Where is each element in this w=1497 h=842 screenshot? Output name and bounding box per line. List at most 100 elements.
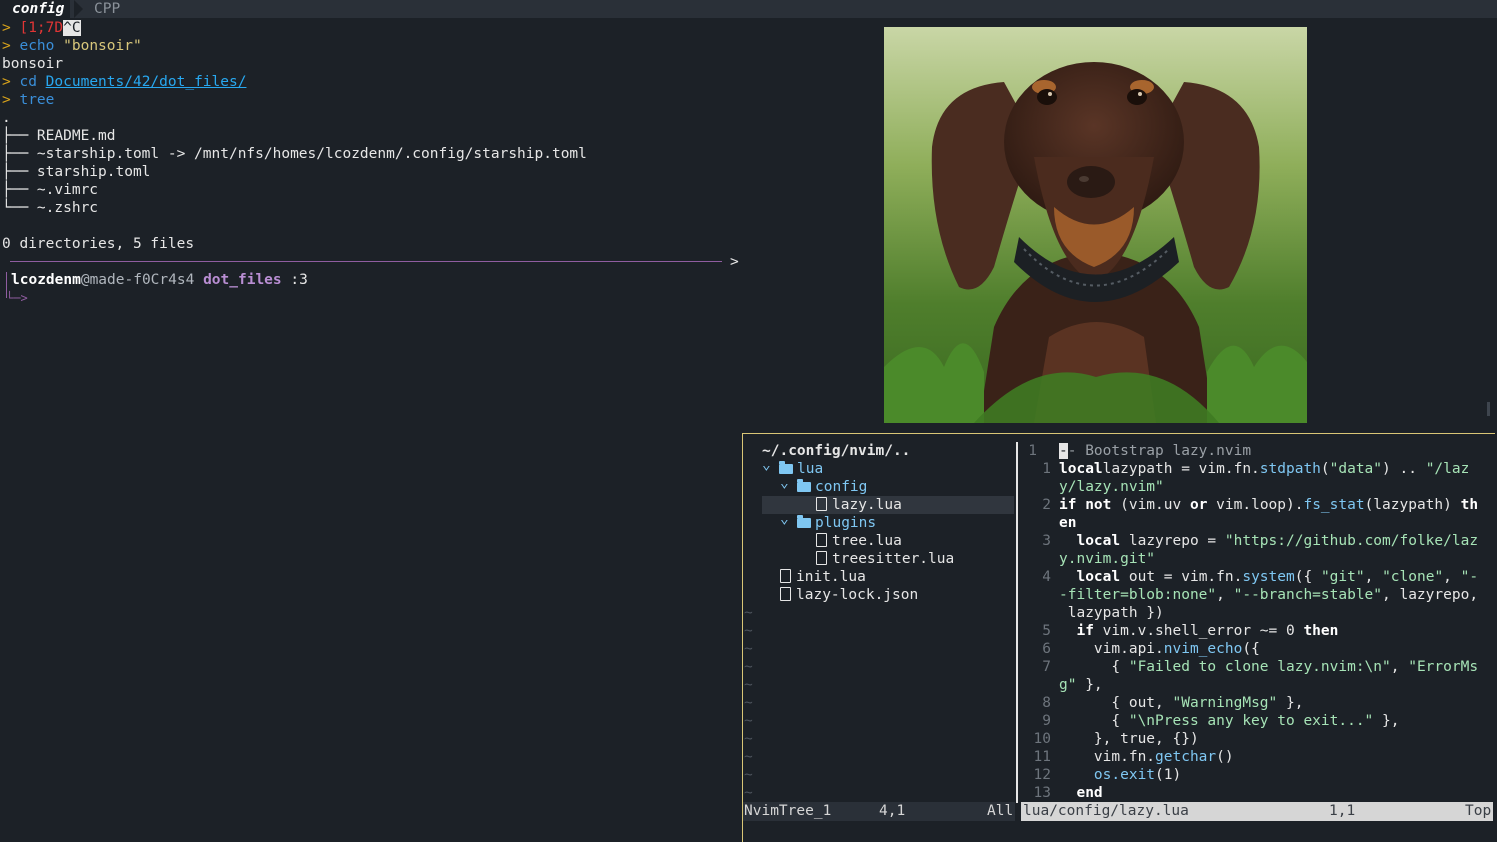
terminal-line: bonsoir [2,55,63,73]
code-token: "Failed to clone lazy.nvim:\n" [1128,659,1391,675]
code-token: ({ [1242,641,1260,657]
prompt-at: @ [80,272,90,288]
prompt-symbol: > [2,38,11,54]
nvim-tree-pane[interactable]: ~/.config/nvim/.. ⌄ lua ⌄ config lazy.lua ⌄ pl… [743,442,1015,802]
tree-folder[interactable]: ⌄ plugins [780,511,876,532]
tab-config[interactable]: config [0,0,71,18]
tree-item-label[interactable]: tree.lua [832,533,902,549]
code-token: os.exit [1093,767,1156,783]
code-status-scroll: Top [1465,803,1492,819]
code-token: "- [1460,569,1479,585]
nvim-window[interactable]: ~/.config/nvim/.. ⌄ lua ⌄ config lazy.lua ⌄ pl… [742,433,1495,842]
code-token: { [1059,659,1129,675]
output-text: └── ~.zshrc [2,200,99,216]
tree-item-label[interactable]: treesitter.lua [832,551,954,567]
vertical-split[interactable] [1016,442,1018,803]
code-line[interactable]: { "\nPress any key to exit..." }, [1059,712,1399,730]
empty-line-marker: ~ [744,731,753,747]
code-token: y/lazy.nvim" [1059,479,1164,495]
tree-item-label[interactable]: lua [797,461,823,477]
tree-item-label[interactable]: plugins [815,515,876,531]
code-line[interactable]: vim.api.nvim_echo({ [1059,640,1260,658]
terminal-line: > tree [2,91,54,109]
code-token: local [1076,533,1121,549]
tree-file[interactable]: tree.lua [798,532,902,550]
prompt-symbol: > [2,20,11,36]
code-line[interactable]: vim.fn.getchar() [1059,748,1234,766]
line-number [1021,550,1051,568]
code-line[interactable]: end [1059,784,1102,802]
code-line[interactable]: y/lazy.nvim" [1059,478,1164,496]
line-number: 1 [1028,443,1037,459]
tree-file[interactable]: init.lua [762,568,866,586]
code-line[interactable]: -- Bootstrap lazy.nvim [1059,442,1251,460]
editor-cursor: - [1059,443,1068,459]
code-line[interactable]: -filter=blob:none", "--branch=stable", l… [1059,586,1478,604]
code-token: vim.loop). [1207,497,1304,513]
prompt-separator-arrow: > [730,254,739,270]
code-line[interactable]: os.exit(1) [1059,766,1181,784]
code-line[interactable]: local out = vim.fn.system({ "git", "clon… [1059,568,1478,586]
code-token: { out, [1059,695,1173,711]
code-token: (1) [1155,767,1182,783]
tree-status-pos: 4,1 [879,803,906,819]
code-line[interactable]: local lazyrepo = "https://github.com/fol… [1059,532,1478,550]
code-line[interactable]: }, true, {}) [1059,730,1199,748]
terminal-line: > echo "bonsoir" [2,37,142,55]
scrollbar-thumb[interactable] [1487,402,1490,416]
terminal-line: └── ~.zshrc [2,199,98,217]
line-number: 4 [1042,569,1051,585]
code-line[interactable]: if not (vim.uv or vim.loop).fs_stat(lazy… [1059,496,1478,514]
tree-folder[interactable]: ⌄ config [780,475,867,496]
line-number: 2 [1042,497,1051,513]
file-icon [816,551,827,565]
prompt-symbol: > [2,74,11,90]
chevron-down-icon[interactable]: ⌄ [780,474,797,492]
tree-root[interactable]: ~/.config/nvim/.. [762,442,910,460]
chevron-down-icon[interactable]: ⌄ [762,456,779,474]
code-token: local [1059,461,1103,477]
code-token: local [1076,569,1121,585]
command-text: [1;7D [19,20,64,36]
prompt-tail: :3 [290,272,308,288]
code-line[interactable]: locallazypath = vim.fn.stdpath("data") .… [1059,460,1469,478]
tree-item-label[interactable]: lazy.lua [832,497,902,513]
dachshund-photo [884,27,1307,423]
terminal-line: 0 directories, 5 files [2,235,194,253]
prompt-user: lcozdenm [11,272,81,288]
tree-item-label[interactable]: init.lua [796,569,866,585]
chevron-down-icon[interactable]: ⌄ [780,510,797,528]
line-number: 13 [1033,785,1051,801]
tree-file[interactable]: treesitter.lua [798,550,954,568]
code-token: ) .. [1382,461,1426,477]
code-token: "ErrorMs [1408,659,1479,675]
code-line[interactable]: { "Failed to clone lazy.nvim:\n", "Error… [1059,658,1478,676]
path-link[interactable]: Documents/42/dot_files/ [46,74,247,90]
code-token: y.nvim.git" [1059,551,1156,567]
empty-line-marker: ~ [744,623,753,639]
line-number: 10 [1033,731,1051,747]
code-token: vim.v.shell_error ~= 0 [1093,623,1304,639]
nvim-code-pane[interactable]: 1 -- Bootstrap lazy.nvim 1 locallazypath = … [1021,442,1493,802]
code-line[interactable]: { out, "WarningMsg" }, [1059,694,1303,712]
dachshund-photo-svg [884,27,1307,423]
code-token: ({ [1294,569,1321,585]
prompt-arrow[interactable]: └─> [6,289,28,307]
code-line[interactable]: g" }, [1059,676,1103,694]
file-icon [816,533,827,547]
code-line[interactable]: lazypath }) [1059,604,1164,622]
line-number: 7 [1042,659,1051,675]
code-token: lazypath }) [1059,605,1164,621]
tree-item-label[interactable]: lazy-lock.json [796,587,918,603]
tree-file[interactable]: lazy.lua [798,496,902,514]
tree-item-label[interactable]: config [815,479,867,495]
tree-file[interactable]: lazy-lock.json [762,586,918,604]
tab-cpp[interactable]: CPP [94,0,120,18]
code-line[interactable]: en [1059,514,1076,532]
code-line[interactable]: if vim.v.shell_error ~= 0 then [1059,622,1338,640]
code-line[interactable]: y.nvim.git" [1059,550,1155,568]
code-token: if [1076,623,1094,639]
empty-line-marker: ~ [744,749,753,765]
output-text: ├── ~starship.toml -> /mnt/nfs/homes/lco… [2,146,587,162]
